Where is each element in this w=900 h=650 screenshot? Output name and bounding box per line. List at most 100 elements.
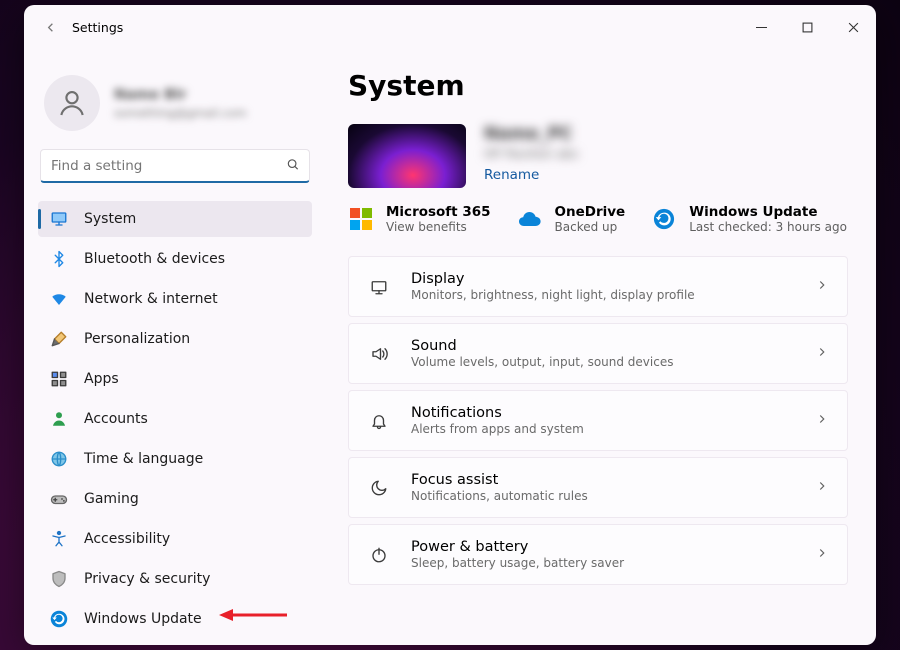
minimize-button[interactable] [738, 11, 784, 43]
status-title: OneDrive [555, 204, 626, 220]
gamepad-icon [50, 490, 68, 508]
card-power-battery[interactable]: Power & battery Sleep, battery usage, ba… [348, 524, 848, 585]
search-input[interactable] [40, 149, 310, 183]
device-name: Name_PC [484, 124, 579, 144]
sidebar-item-accounts[interactable]: Accounts [38, 401, 312, 437]
sidebar-item-label: Personalization [84, 331, 190, 347]
chevron-right-icon [815, 411, 829, 430]
card-sub: Alerts from apps and system [411, 422, 795, 436]
window-controls [738, 11, 876, 43]
status-windows-update[interactable]: Windows Update Last checked: 3 hours ago [651, 204, 847, 234]
sidebar-item-network-internet[interactable]: Network & internet [38, 281, 312, 317]
card-text: Sound Volume levels, output, input, soun… [411, 338, 795, 369]
back-button[interactable] [34, 11, 66, 43]
status-ms365[interactable]: Microsoft 365 View benefits [348, 204, 491, 234]
brush-icon [50, 330, 68, 348]
sidebar-item-label: Privacy & security [84, 571, 210, 587]
bell-icon [367, 412, 391, 430]
card-text: Power & battery Sleep, battery usage, ba… [411, 539, 795, 570]
minimize-icon [756, 22, 767, 33]
back-arrow-icon [43, 20, 58, 35]
sidebar-item-label: Windows Update [84, 611, 202, 627]
card-notifications[interactable]: Notifications Alerts from apps and syste… [348, 390, 848, 451]
chevron-right-icon [815, 478, 829, 497]
accessibility-icon [50, 530, 68, 548]
sidebar-item-privacy-security[interactable]: Privacy & security [38, 561, 312, 597]
sidebar: Name Blr something@gmail.com System Blue… [24, 49, 324, 645]
chevron-right-icon [815, 277, 829, 296]
chevron-right-icon [815, 545, 829, 564]
card-title: Focus assist [411, 472, 795, 488]
apps-icon [50, 370, 68, 388]
desktop-preview[interactable] [348, 124, 466, 188]
globe-clock-icon [50, 450, 68, 468]
sidebar-item-label: Accounts [84, 411, 148, 427]
card-title: Display [411, 271, 795, 287]
sidebar-item-label: Time & language [84, 451, 203, 467]
sidebar-item-bluetooth-devices[interactable]: Bluetooth & devices [38, 241, 312, 277]
update-icon [50, 610, 68, 628]
device-meta: Name_PC HP Pavilion abc Rename [484, 124, 579, 183]
sidebar-item-label: System [84, 211, 136, 227]
status-sub: View benefits [386, 220, 491, 234]
maximize-button[interactable] [784, 11, 830, 43]
sidebar-item-personalization[interactable]: Personalization [38, 321, 312, 357]
person-icon [50, 410, 68, 428]
card-focus-assist[interactable]: Focus assist Notifications, automatic ru… [348, 457, 848, 518]
card-text: Focus assist Notifications, automatic ru… [411, 472, 795, 503]
card-sub: Monitors, brightness, night light, displ… [411, 288, 795, 302]
moon-icon [367, 479, 391, 497]
close-icon [848, 22, 859, 33]
status-sub: Backed up [555, 220, 626, 234]
sidebar-item-label: Network & internet [84, 291, 218, 307]
card-text: Notifications Alerts from apps and syste… [411, 405, 795, 436]
content[interactable]: System Name_PC HP Pavilion abc Rename Mi… [324, 49, 876, 645]
sidebar-item-label: Gaming [84, 491, 139, 507]
ms365-icon [348, 206, 374, 232]
avatar [44, 75, 100, 131]
search-wrap [40, 149, 310, 183]
card-sound[interactable]: Sound Volume levels, output, input, soun… [348, 323, 848, 384]
account-text: Name Blr something@gmail.com [114, 87, 247, 120]
card-title: Power & battery [411, 539, 795, 555]
chevron-right-icon [815, 344, 829, 363]
rename-link[interactable]: Rename [484, 167, 539, 183]
card-title: Sound [411, 338, 795, 354]
sidebar-nav: System Bluetooth & devices Network & int… [38, 201, 312, 637]
status-row: Microsoft 365 View benefits OneDrive Bac… [348, 204, 848, 234]
monitor-icon [50, 210, 68, 228]
settings-card-list: Display Monitors, brightness, night ligh… [348, 256, 848, 585]
sidebar-item-time-language[interactable]: Time & language [38, 441, 312, 477]
close-button[interactable] [830, 11, 876, 43]
power-icon [367, 546, 391, 564]
page-title: System [348, 69, 848, 102]
card-title: Notifications [411, 405, 795, 421]
sidebar-item-accessibility[interactable]: Accessibility [38, 521, 312, 557]
sidebar-item-apps[interactable]: Apps [38, 361, 312, 397]
sidebar-item-system[interactable]: System [38, 201, 312, 237]
status-title: Microsoft 365 [386, 204, 491, 220]
sidebar-item-gaming[interactable]: Gaming [38, 481, 312, 517]
wifi-icon [50, 290, 68, 308]
titlebar: Settings [24, 5, 876, 49]
device-row: Name_PC HP Pavilion abc Rename [348, 124, 848, 188]
account-block[interactable]: Name Blr something@gmail.com [38, 59, 312, 149]
sidebar-item-label: Accessibility [84, 531, 170, 547]
card-text: Display Monitors, brightness, night ligh… [411, 271, 795, 302]
status-onedrive[interactable]: OneDrive Backed up [517, 204, 626, 234]
sidebar-item-windows-update[interactable]: Windows Update [38, 601, 312, 637]
sidebar-item-label: Apps [84, 371, 119, 387]
update-icon [651, 206, 677, 232]
shield-icon [50, 570, 68, 588]
status-sub: Last checked: 3 hours ago [689, 220, 847, 234]
account-email: something@gmail.com [114, 106, 247, 120]
sound-icon [367, 345, 391, 363]
window-title: Settings [72, 20, 123, 35]
sidebar-item-label: Bluetooth & devices [84, 251, 225, 267]
display-icon [367, 278, 391, 296]
bluetooth-icon [50, 250, 68, 268]
card-display[interactable]: Display Monitors, brightness, night ligh… [348, 256, 848, 317]
maximize-icon [802, 22, 813, 33]
account-name: Name Blr [114, 87, 247, 103]
card-sub: Sleep, battery usage, battery saver [411, 556, 795, 570]
